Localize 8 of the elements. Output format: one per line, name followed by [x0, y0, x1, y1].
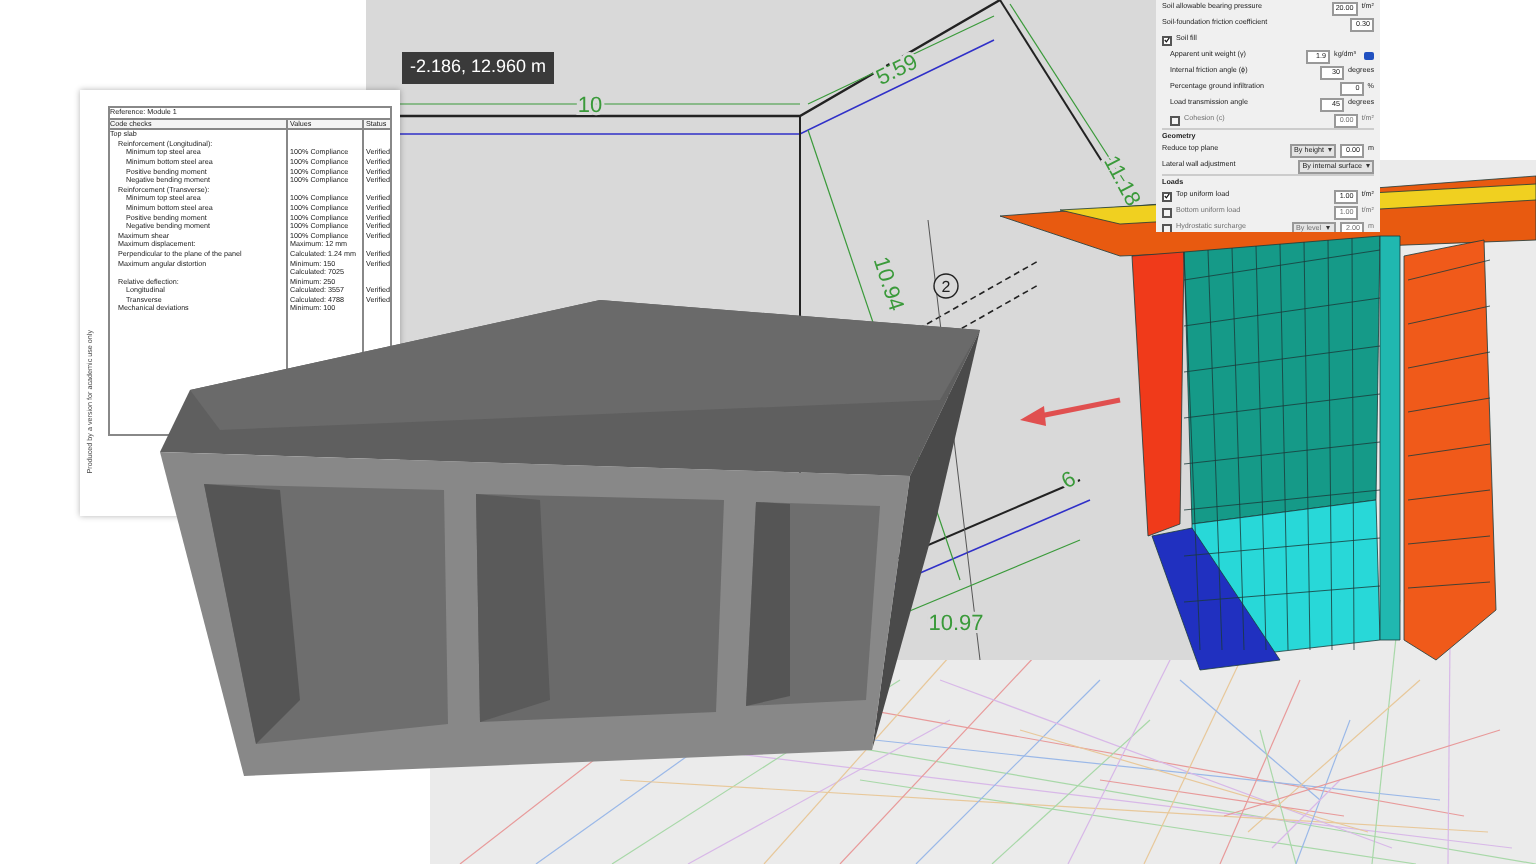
dimension-label: 10 — [577, 94, 603, 118]
dimension-label: 11.18 — [1098, 151, 1145, 211]
node-marker: 2 — [933, 273, 959, 299]
dimension-label: 5.59 — [872, 50, 922, 91]
coordinate-readout: -2.186, 12.960 m — [402, 52, 555, 83]
dimension-label: 10.97 — [928, 612, 984, 636]
dimension-label: 10.94 — [867, 254, 908, 315]
dimension-label: 6 — [1057, 467, 1081, 495]
